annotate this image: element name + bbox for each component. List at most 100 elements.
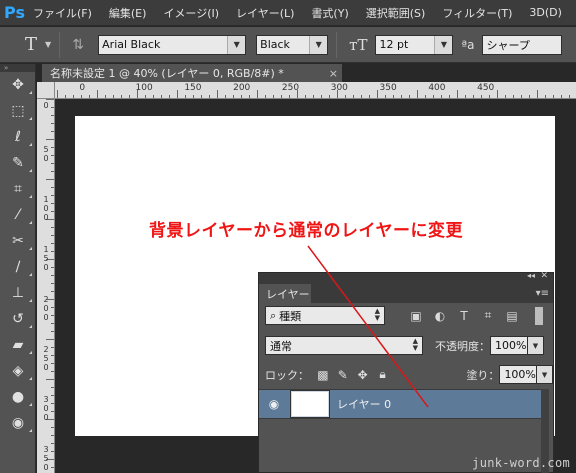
menu-3d[interactable]: 3D(D) (529, 6, 562, 19)
ruler-tick (51, 107, 54, 108)
divider (59, 31, 61, 58)
layer-name[interactable]: レイヤー 0 (337, 396, 391, 412)
ruler-tick (51, 331, 54, 332)
ruler-tick (51, 315, 54, 316)
ruler-tick (46, 339, 54, 340)
healing-brush-icon[interactable]: ✂ (0, 228, 36, 254)
ruler-tick (113, 95, 114, 98)
filter-toggle[interactable] (535, 306, 543, 325)
ruler-tick (249, 95, 250, 98)
menu-file[interactable]: ファイル(F) (33, 5, 92, 21)
ruler-tick (65, 95, 66, 98)
lasso-tool-icon[interactable]: ℓ (0, 124, 36, 150)
chevron-down-icon[interactable]: ▼ (45, 40, 51, 49)
ruler-tick (51, 403, 54, 404)
close-icon[interactable]: ✕ (540, 271, 548, 281)
crop-tool-icon[interactable]: ⌗ (0, 176, 36, 202)
blur-tool-icon[interactable]: ● (0, 384, 36, 410)
font-style-value: Black (260, 38, 290, 51)
lock-image-icon[interactable]: ✎ (335, 367, 351, 383)
ruler-label: 150 (184, 83, 202, 93)
lock-row: ロック： ▩ ✎ ✥ 🔒︎ 塗り： 100% ▼ (259, 365, 554, 384)
move-tool-icon[interactable]: ✥ (0, 72, 36, 98)
ruler-tick (51, 323, 54, 324)
eye-icon[interactable]: ◉ (263, 393, 285, 415)
ruler-tick (497, 90, 498, 98)
eyedropper-icon[interactable]: ⁄ (0, 202, 36, 228)
ruler-tick (265, 95, 266, 98)
adjustment-filter-icon[interactable]: ◐ (431, 307, 449, 325)
tab-layers[interactable]: レイヤー (259, 284, 311, 303)
antialias-select[interactable]: シャープ (482, 34, 563, 55)
ruler-label: 300 (330, 83, 348, 93)
menu-type[interactable]: 書式(Y) (311, 5, 348, 21)
close-icon[interactable]: × (329, 67, 338, 80)
layer-filter-select[interactable]: ⌕ 種類 ▲ ▼ (265, 306, 385, 325)
shape-filter-icon[interactable]: ⌗ (479, 307, 497, 325)
quick-select-icon[interactable]: ✎ (0, 150, 36, 176)
ruler-label: 350 (379, 83, 397, 93)
opacity-input[interactable]: 100% (490, 336, 528, 355)
ruler-tick (153, 95, 154, 98)
layer-item[interactable]: ◉ レイヤー 0 (259, 389, 541, 419)
chevron-down-icon: ▼ (227, 35, 246, 54)
horizontal-ruler[interactable]: 0 100 150 200 250 300 350 400 450 (55, 82, 576, 99)
dodge-tool-icon[interactable]: ◉ (0, 410, 36, 436)
smart-object-filter-icon[interactable]: ▤ (503, 307, 521, 325)
ruler-tick (51, 355, 54, 356)
ruler-tick (385, 95, 386, 98)
marquee-tool-icon[interactable]: ⬚ (0, 98, 36, 124)
type-tool-preset-icon[interactable]: T (20, 34, 42, 56)
ruler-tick (51, 467, 54, 468)
panel-grip[interactable]: » (0, 64, 35, 72)
lock-position-icon[interactable]: ✥ (355, 367, 371, 383)
lock-all-icon[interactable]: 🔒︎ (375, 367, 391, 383)
ruler-tick (51, 283, 54, 284)
panel-menu-icon[interactable]: ▾≡ (536, 288, 549, 299)
ruler-tick (377, 90, 378, 98)
fill-input[interactable]: 100% (499, 365, 538, 384)
text-orientation-icon[interactable]: ⇅ (68, 35, 88, 55)
ruler-corner[interactable] (37, 82, 55, 99)
ruler-label: 250 (281, 83, 300, 93)
ruler-label: 100 (135, 83, 153, 93)
font-family-select[interactable]: Arial Black ▼ (98, 34, 247, 55)
blend-mode-value: 通常 (270, 339, 292, 353)
menu-select[interactable]: 選択範囲(S) (366, 5, 426, 21)
brush-tool-icon[interactable]: ∕ (0, 254, 36, 280)
menu-image[interactable]: イメージ(I) (163, 5, 219, 21)
ruler-tick (177, 90, 178, 98)
ruler-tick (73, 95, 74, 98)
ruler-tick (257, 90, 258, 98)
document-tab[interactable]: 名称未設定 1 @ 40% (レイヤー 0, RGB/8#) * × (42, 64, 342, 82)
chevron-down-icon[interactable]: ▼ (528, 336, 544, 355)
layers-panel: ◂◂ ✕ レイヤー ▾≡ ⌕ 種類 ▲ ▼ ▣ ◐ T ⌗ ▤ 通常 ▲ ▼ 不透明… (258, 271, 554, 473)
font-style-select[interactable]: Black ▼ (256, 34, 329, 55)
vertical-ruler[interactable]: 0 50 100 150 200 250 300 350 (37, 99, 55, 473)
ruler-tick (353, 95, 354, 98)
ruler-tick (345, 95, 346, 98)
chevron-down-icon: ▼ (434, 35, 453, 54)
fill-label: 塗り： (466, 368, 500, 382)
menu-layer[interactable]: レイヤー(L) (236, 5, 294, 21)
clone-stamp-icon[interactable]: ⊥ (0, 280, 36, 306)
eraser-icon[interactable]: ▰ (0, 332, 36, 358)
menu-edit[interactable]: 編集(E) (109, 5, 147, 21)
chevron-down-icon[interactable]: ▼ (537, 365, 554, 384)
type-filter-icon[interactable]: T (455, 307, 473, 325)
blend-mode-select[interactable]: 通常 ▲ ▼ (265, 336, 423, 355)
updown-icon: ▲ ▼ (412, 337, 418, 352)
ruler-tick (46, 99, 54, 100)
ruler-tick (51, 363, 54, 364)
menu-filter[interactable]: フィルター(T) (442, 5, 512, 21)
lock-transparent-icon[interactable]: ▩ (315, 367, 331, 383)
ruler-tick (561, 95, 562, 98)
ruler-tick (51, 187, 54, 188)
history-brush-icon[interactable]: ↺ (0, 306, 36, 332)
ruler-tick (361, 95, 362, 98)
font-size-select[interactable]: 12 pt ▼ (375, 34, 454, 55)
paint-bucket-icon[interactable]: ◈ (0, 358, 36, 384)
collapse-icon[interactable]: ◂◂ (527, 271, 535, 280)
pixel-filter-icon[interactable]: ▣ (407, 307, 425, 325)
layer-thumbnail (290, 390, 330, 418)
